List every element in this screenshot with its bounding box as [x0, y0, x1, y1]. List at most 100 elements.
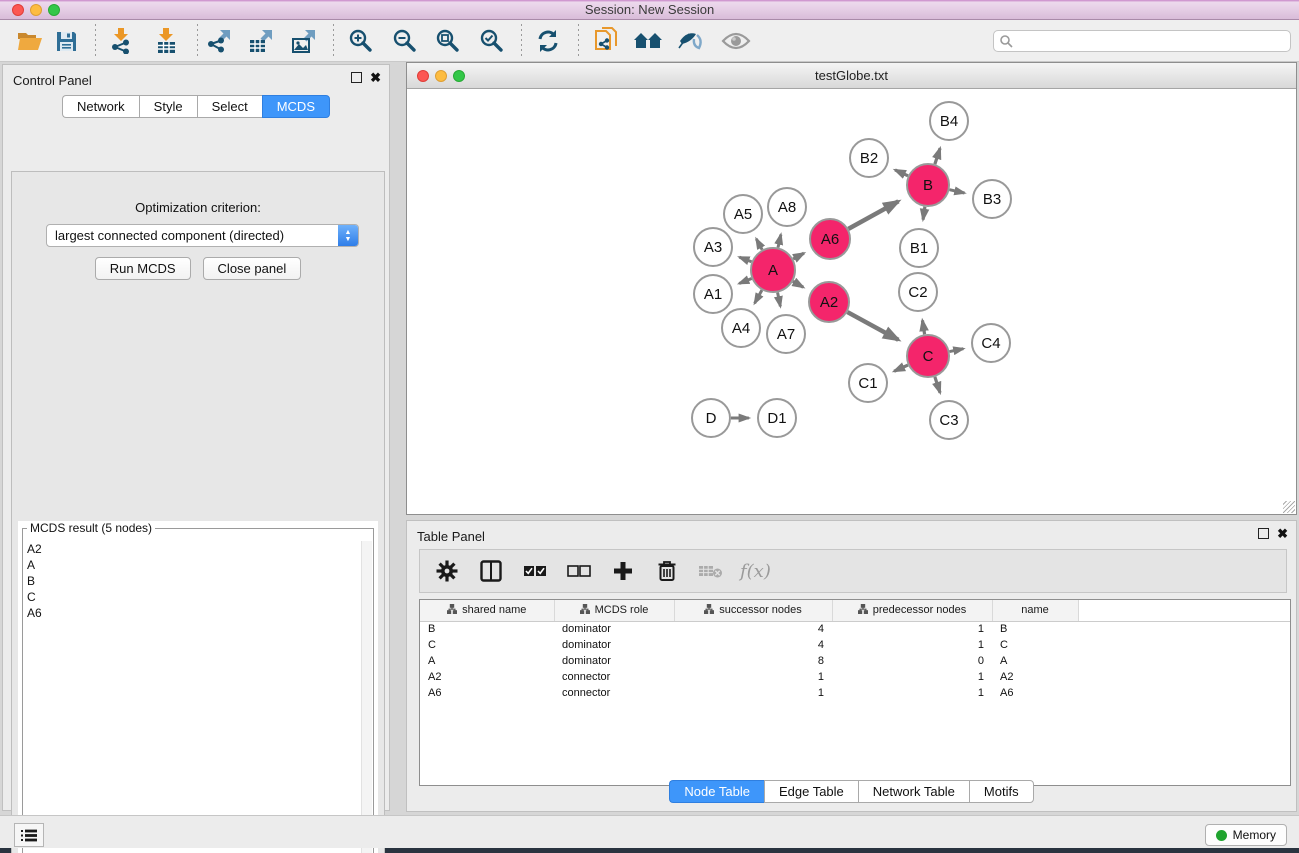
- node-A4[interactable]: A4: [722, 309, 760, 347]
- edge-A-A5[interactable]: [756, 239, 762, 250]
- node-A3[interactable]: A3: [694, 228, 732, 266]
- close-table-panel-icon[interactable]: ✖: [1277, 528, 1288, 539]
- result-item[interactable]: C: [25, 589, 359, 605]
- node-C2[interactable]: C2: [899, 273, 937, 311]
- optimization-criterion-dropdown[interactable]: largest connected component (directed) ▲…: [46, 224, 359, 247]
- table-row[interactable]: Cdominator41C: [420, 637, 1290, 653]
- table-row[interactable]: A6connector11A6: [420, 685, 1290, 701]
- tab-node-table[interactable]: Node Table: [669, 780, 764, 803]
- export-network-icon[interactable]: [200, 22, 238, 60]
- column-header[interactable]: name: [992, 600, 1078, 621]
- table-cell[interactable]: 1: [674, 669, 832, 685]
- select-all-icon[interactable]: [520, 555, 550, 587]
- tab-edge-table[interactable]: Edge Table: [764, 780, 858, 803]
- node-B4[interactable]: B4: [930, 102, 968, 140]
- save-session-icon[interactable]: [47, 22, 85, 60]
- table-cell[interactable]: 1: [832, 669, 992, 685]
- table-settings-gear-icon[interactable]: [432, 555, 462, 587]
- cyndex-icon[interactable]: [588, 22, 626, 60]
- edge-A6-B[interactable]: [848, 201, 898, 229]
- edge-B-B3[interactable]: [949, 190, 964, 193]
- float-panel-icon[interactable]: [351, 72, 362, 83]
- edge-A2-C[interactable]: [847, 312, 898, 340]
- add-column-icon[interactable]: [608, 555, 638, 587]
- genemania-icon[interactable]: [629, 22, 667, 60]
- network-window-titlebar[interactable]: testGlobe.txt: [407, 63, 1296, 89]
- column-header[interactable]: successor nodes: [674, 600, 832, 621]
- column-header[interactable]: MCDS role: [554, 600, 674, 621]
- table-cell[interactable]: 0: [832, 653, 992, 669]
- export-image-icon[interactable]: [285, 22, 323, 60]
- tab-select[interactable]: Select: [197, 95, 262, 118]
- open-session-icon[interactable]: [11, 22, 49, 60]
- result-item[interactable]: A2: [25, 541, 359, 557]
- table-cell[interactable]: A6: [420, 685, 554, 701]
- node-B2[interactable]: B2: [850, 139, 888, 177]
- node-B1[interactable]: B1: [900, 229, 938, 267]
- import-table-icon[interactable]: [147, 22, 185, 60]
- table-row[interactable]: Adominator80A: [420, 653, 1290, 669]
- result-item[interactable]: A: [25, 557, 359, 573]
- node-A[interactable]: A: [751, 248, 795, 292]
- table-cell[interactable]: connector: [554, 669, 674, 685]
- table-cell[interactable]: 4: [674, 621, 832, 637]
- node-table[interactable]: shared nameMCDS rolesuccessor nodesprede…: [419, 599, 1291, 786]
- edge-B-B4[interactable]: [935, 148, 940, 164]
- table-cell[interactable]: dominator: [554, 621, 674, 637]
- edge-A-A8[interactable]: [778, 235, 781, 248]
- run-mcds-button[interactable]: Run MCDS: [95, 257, 191, 280]
- zoom-fit-icon[interactable]: [429, 22, 467, 60]
- tab-network-table[interactable]: Network Table: [858, 780, 969, 803]
- resize-grip-icon[interactable]: [1283, 501, 1295, 513]
- node-C4[interactable]: C4: [972, 324, 1010, 362]
- search-field[interactable]: [993, 30, 1291, 52]
- table-cell[interactable]: C: [992, 637, 1078, 653]
- zoom-in-icon[interactable]: [342, 22, 380, 60]
- zoom-out-icon[interactable]: [386, 22, 424, 60]
- refresh-icon[interactable]: [529, 22, 567, 60]
- table-cell[interactable]: dominator: [554, 653, 674, 669]
- node-D1[interactable]: D1: [758, 399, 796, 437]
- tab-mcds[interactable]: MCDS: [262, 95, 330, 118]
- mcds-result-list[interactable]: A2ABCA6: [25, 541, 359, 853]
- result-item[interactable]: B: [25, 573, 359, 589]
- zoom-selected-icon[interactable]: [473, 22, 511, 60]
- edge-A-A2[interactable]: [793, 281, 803, 287]
- edge-B-B1[interactable]: [923, 207, 925, 220]
- table-cell[interactable]: 4: [674, 637, 832, 653]
- export-table-icon[interactable]: [242, 22, 280, 60]
- edge-A-A4[interactable]: [755, 290, 762, 303]
- node-C3[interactable]: C3: [930, 401, 968, 439]
- table-cell[interactable]: connector: [554, 685, 674, 701]
- tab-network[interactable]: Network: [62, 95, 139, 118]
- table-cell[interactable]: 1: [674, 685, 832, 701]
- float-table-panel-icon[interactable]: [1258, 528, 1269, 539]
- cybrowser-icon[interactable]: [672, 22, 710, 60]
- table-cell[interactable]: A6: [992, 685, 1078, 701]
- column-header[interactable]: predecessor nodes: [832, 600, 992, 621]
- table-cell[interactable]: 8: [674, 653, 832, 669]
- table-cell[interactable]: B: [992, 621, 1078, 637]
- task-history-button[interactable]: [14, 823, 44, 847]
- node-B3[interactable]: B3: [973, 180, 1011, 218]
- result-scrollbar[interactable]: [361, 541, 372, 853]
- edge-A-A1[interactable]: [739, 279, 751, 284]
- table-cell[interactable]: 1: [832, 685, 992, 701]
- close-panel-button[interactable]: Close panel: [203, 257, 302, 280]
- node-B[interactable]: B: [907, 164, 949, 206]
- show-columns-icon[interactable]: [476, 555, 506, 587]
- edge-A-A7[interactable]: [778, 293, 781, 307]
- table-cell[interactable]: A2: [420, 669, 554, 685]
- preview-eye-icon[interactable]: [717, 22, 755, 60]
- network-graph[interactable]: AA1A2A3A4A5A6A7A8BB1B2B3B4CC1C2C3C4DD1: [407, 89, 1296, 514]
- import-network-icon[interactable]: [102, 22, 140, 60]
- node-A2[interactable]: A2: [809, 282, 849, 322]
- table-cell[interactable]: C: [420, 637, 554, 653]
- edge-A-A6[interactable]: [793, 253, 804, 259]
- tab-style[interactable]: Style: [139, 95, 197, 118]
- edge-C-C4[interactable]: [950, 349, 964, 352]
- result-item[interactable]: A6: [25, 605, 359, 621]
- edge-C-C1[interactable]: [894, 365, 908, 371]
- network-canvas[interactable]: AA1A2A3A4A5A6A7A8BB1B2B3B4CC1C2C3C4DD1: [407, 89, 1296, 514]
- node-A1[interactable]: A1: [694, 275, 732, 313]
